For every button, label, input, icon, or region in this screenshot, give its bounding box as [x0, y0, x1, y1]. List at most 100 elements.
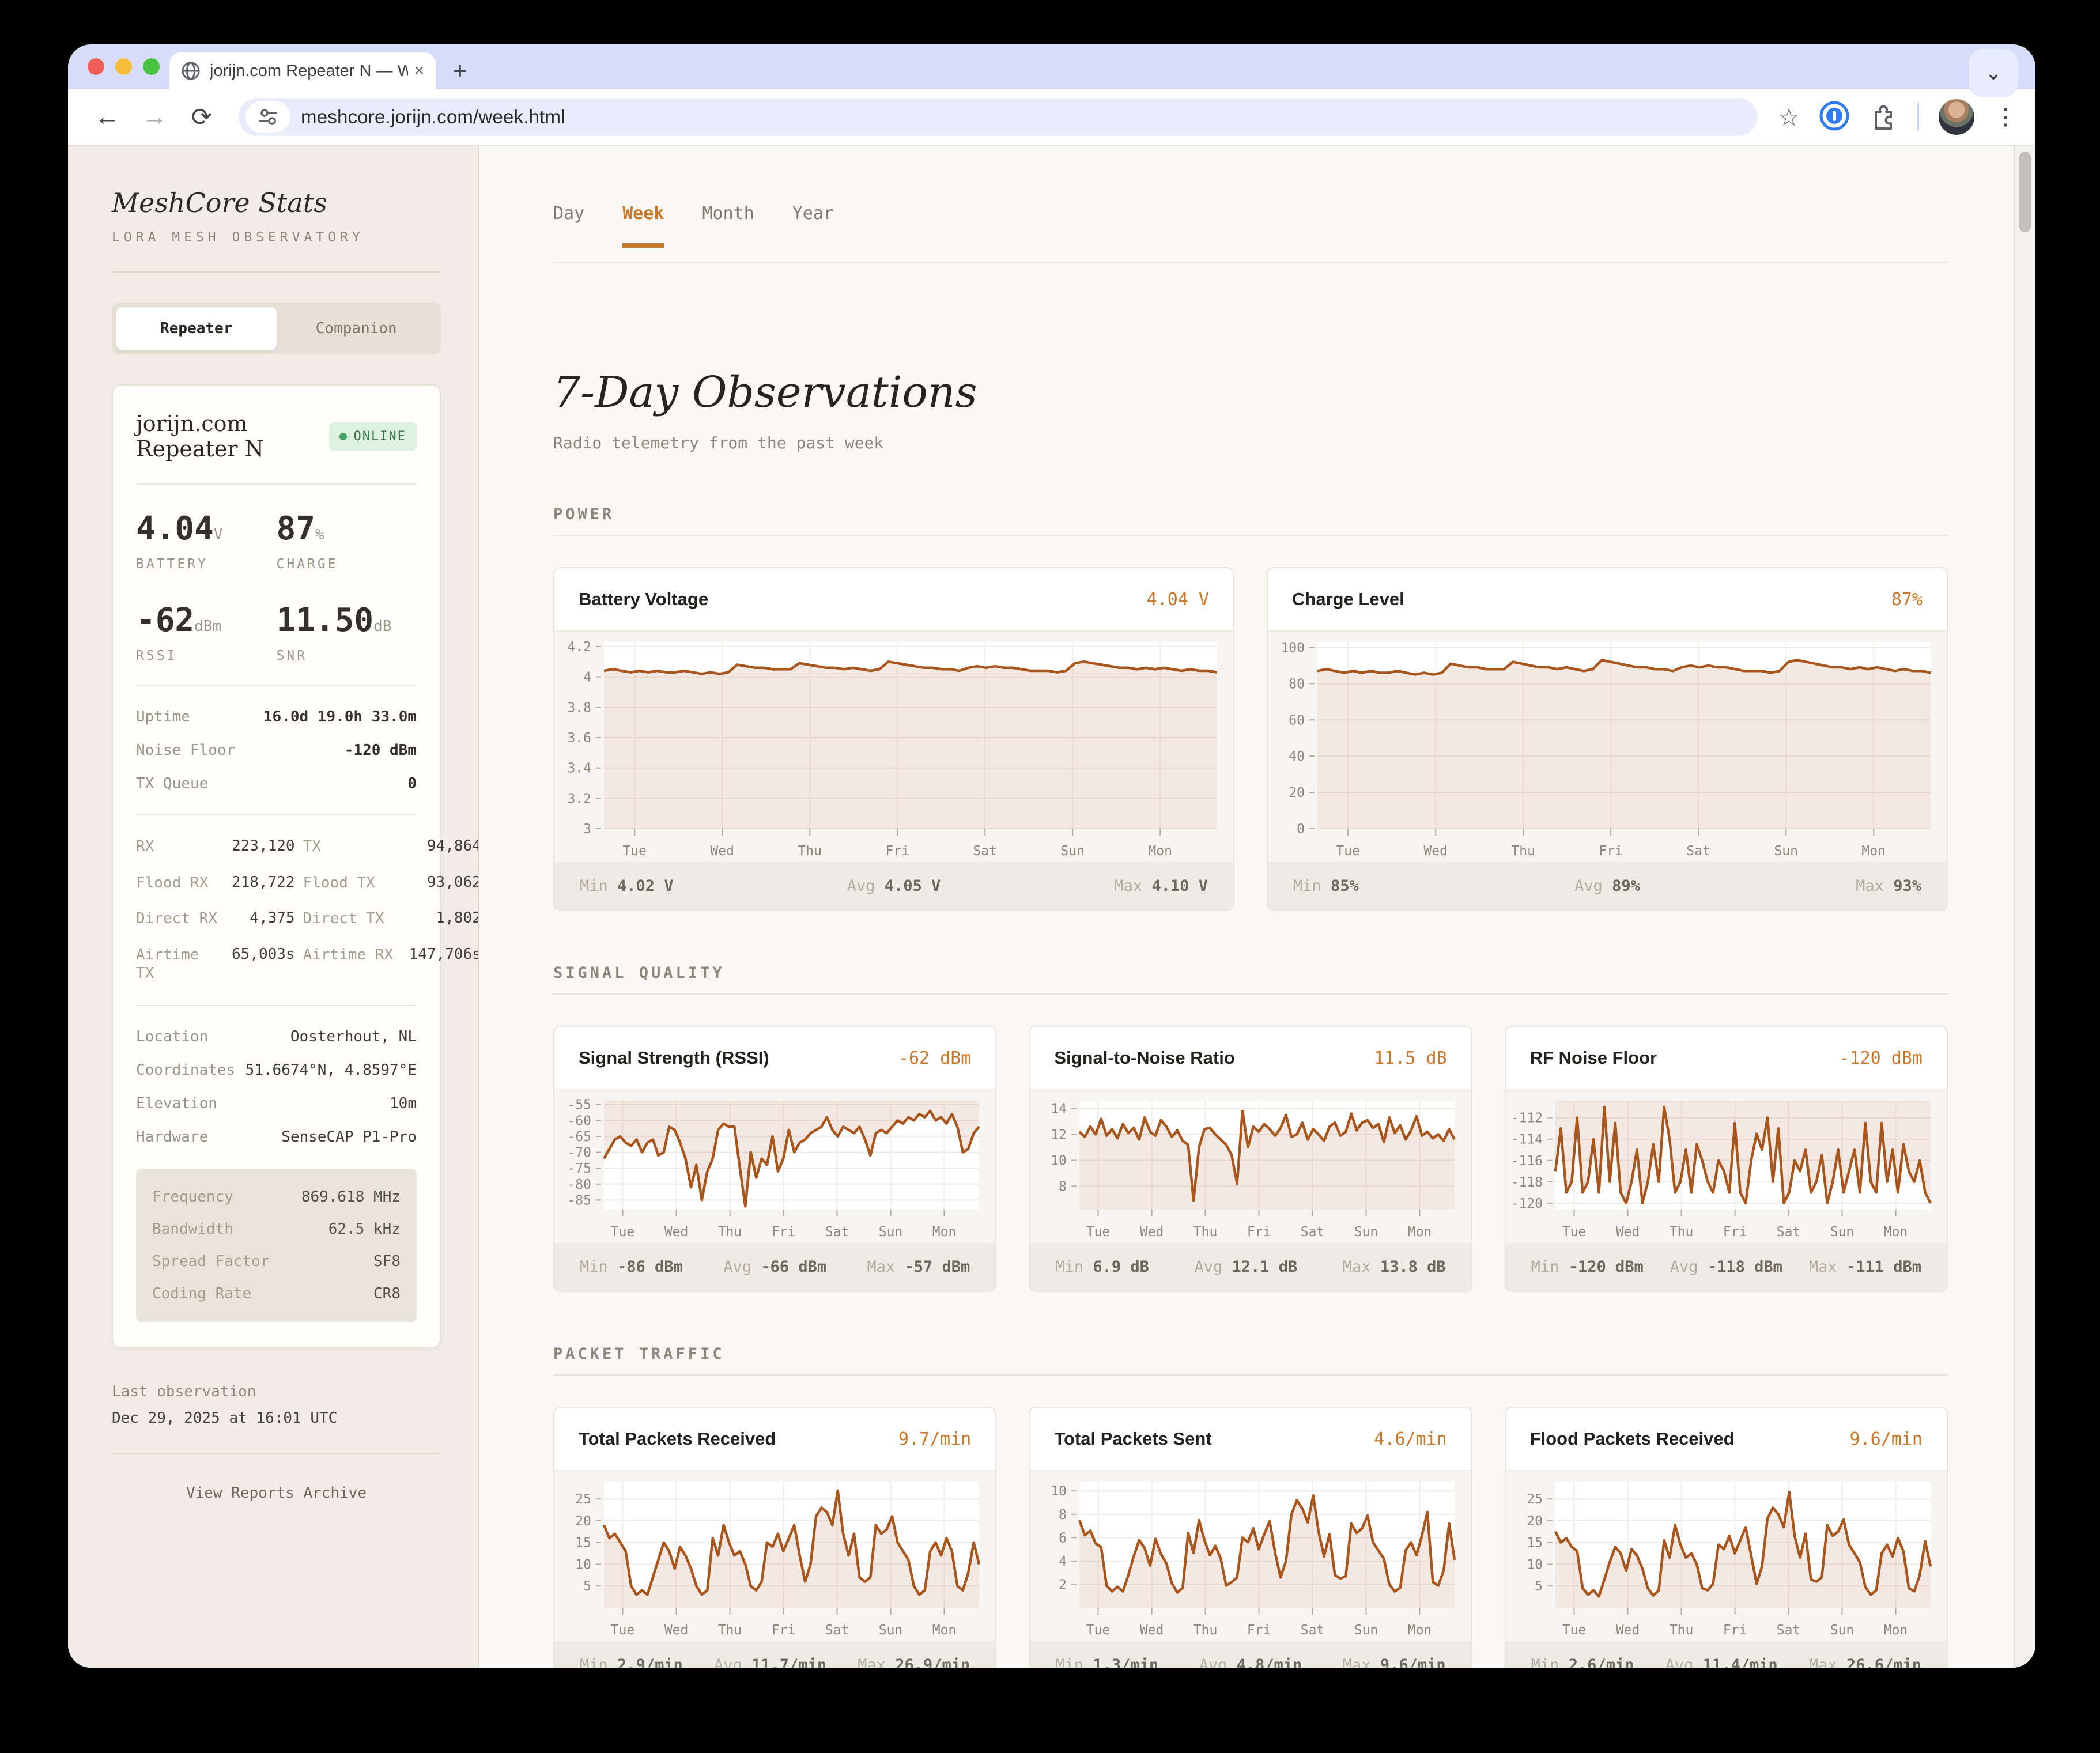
- bookmark-star-icon[interactable]: ☆: [1778, 103, 1800, 131]
- svg-text:-120: -120: [1510, 1196, 1542, 1211]
- svg-text:3.4: 3.4: [567, 761, 591, 776]
- radio-config-box: Frequency869.618 MHz Bandwidth62.5 kHz S…: [136, 1169, 417, 1322]
- svg-text:10: 10: [575, 1558, 591, 1573]
- card-divider: [136, 814, 417, 815]
- tab-year[interactable]: Year: [792, 203, 834, 248]
- svg-text:Tue: Tue: [622, 844, 647, 859]
- svg-text:Sun: Sun: [879, 1623, 903, 1638]
- svg-text:-55: -55: [567, 1098, 591, 1113]
- svg-text:3.6: 3.6: [567, 731, 591, 746]
- app-subtitle: LORA MESH OBSERVATORY: [112, 230, 441, 245]
- svg-text:Tue: Tue: [1562, 1623, 1586, 1638]
- svg-text:10: 10: [1527, 1558, 1543, 1573]
- node-info: LocationOosterhout, NL Coordinates51.667…: [136, 1028, 417, 1146]
- last-observation-label: Last observation: [112, 1383, 441, 1400]
- svg-text:8: 8: [1059, 1180, 1067, 1195]
- close-tab-icon[interactable]: ×: [414, 61, 424, 81]
- svg-text:Thu: Thu: [798, 844, 822, 859]
- chart-title: Flood Packets Received: [1530, 1429, 1735, 1449]
- stat-snr: 11.50dB SNR: [277, 602, 417, 663]
- browser-tab[interactable]: jorijn.com Repeater N — Week ×: [169, 52, 436, 89]
- svg-text:-112: -112: [1510, 1111, 1542, 1126]
- svg-text:-116: -116: [1510, 1154, 1542, 1169]
- chart-stats: Min -86 dBm Avg -66 dBm Max -57 dBm: [554, 1243, 995, 1291]
- scrollbar-gutter: [2014, 146, 2035, 1668]
- tab-week[interactable]: Week: [622, 203, 664, 248]
- tab-month[interactable]: Month: [702, 203, 754, 248]
- svg-text:Mon: Mon: [1883, 1623, 1908, 1638]
- page-title: 7-Day Observations: [553, 368, 1948, 417]
- online-dot-icon: [339, 433, 347, 440]
- packets-received-card: Total Packets Received9.7/min 252015105T…: [553, 1407, 996, 1668]
- chart-current-value: -120 dBm: [1839, 1048, 1923, 1068]
- chart-stats: Min -120 dBm Avg -118 dBm Max -111 dBm: [1506, 1243, 1947, 1291]
- noise-floor-chart: -112-114-116-118-120TueWedThuFriSatSunMo…: [1506, 1090, 1947, 1243]
- tab-search-chevron-button[interactable]: ⌄: [1969, 49, 2018, 97]
- card-divider: [136, 1005, 417, 1006]
- browser-menu-icon[interactable]: ⋮: [1994, 104, 2017, 130]
- chart-title: Charge Level: [1292, 589, 1404, 610]
- svg-text:Sun: Sun: [1354, 1225, 1378, 1240]
- reload-button[interactable]: ⟳: [181, 103, 222, 132]
- chart-title: Total Packets Sent: [1054, 1429, 1211, 1449]
- packets-sent-card: Total Packets Sent4.6/min 108642TueWedTh…: [1029, 1407, 1472, 1668]
- extensions-puzzle-icon[interactable]: [1869, 101, 1898, 133]
- svg-text:Mon: Mon: [1408, 1623, 1432, 1638]
- password-manager-icon[interactable]: [1819, 101, 1849, 134]
- svg-text:2: 2: [1059, 1577, 1067, 1592]
- close-window-button[interactable]: [88, 58, 104, 75]
- page-subtitle: Radio telemetry from the past week: [553, 433, 1948, 452]
- scrollbar-thumb[interactable]: [2019, 152, 2031, 232]
- svg-text:5: 5: [583, 1579, 591, 1594]
- svg-text:Sat: Sat: [825, 1623, 849, 1638]
- svg-text:Sun: Sun: [1830, 1225, 1854, 1240]
- svg-text:Tue: Tue: [1562, 1225, 1586, 1240]
- site-settings-icon[interactable]: [245, 101, 290, 133]
- main-panel: Day Week Month Year 7-Day Observations R…: [479, 146, 2035, 1668]
- svg-text:Thu: Thu: [718, 1623, 742, 1638]
- chart-title: Battery Voltage: [579, 589, 708, 610]
- back-button[interactable]: ←: [86, 103, 128, 131]
- flood-received-card: Flood Packets Received9.6/min 252015105T…: [1505, 1407, 1948, 1668]
- new-tab-button[interactable]: +: [453, 57, 467, 85]
- forward-button[interactable]: →: [134, 103, 175, 131]
- svg-text:4.2: 4.2: [567, 640, 591, 655]
- stat-battery: 4.04V BATTERY: [136, 510, 277, 572]
- svg-text:Thu: Thu: [718, 1225, 742, 1240]
- svg-text:Fri: Fri: [1247, 1623, 1271, 1638]
- stat-rssi: -62dBm RSSI: [136, 602, 277, 663]
- svg-text:Wed: Wed: [664, 1225, 689, 1240]
- node-type-toggle: Repeater Companion: [112, 303, 441, 354]
- svg-text:Thu: Thu: [1669, 1623, 1693, 1638]
- chart-stats: Min 1.3/min Avg 4.8/min Max 9.6/min: [1030, 1641, 1471, 1668]
- tab-strip: jorijn.com Repeater N — Week × + ⌄: [68, 44, 2035, 89]
- svg-text:Sat: Sat: [1301, 1623, 1325, 1638]
- svg-text:15: 15: [575, 1536, 591, 1551]
- svg-text:Fri: Fri: [1247, 1225, 1271, 1240]
- toggle-repeater[interactable]: Repeater: [116, 307, 277, 350]
- svg-text:Sun: Sun: [1060, 844, 1085, 859]
- tab-day[interactable]: Day: [553, 203, 584, 248]
- svg-text:Sun: Sun: [1774, 844, 1798, 859]
- svg-text:3.2: 3.2: [567, 791, 591, 806]
- chart-title: Signal Strength (RSSI): [579, 1048, 769, 1068]
- svg-text:4: 4: [1059, 1554, 1067, 1569]
- svg-text:Wed: Wed: [1615, 1225, 1640, 1240]
- address-bar[interactable]: meshcore.jorijn.com/week.html: [239, 98, 1757, 136]
- svg-text:15: 15: [1527, 1536, 1543, 1551]
- reports-archive-link[interactable]: View Reports Archive: [112, 1484, 441, 1502]
- minimize-window-button[interactable]: [115, 58, 132, 75]
- svg-text:Sat: Sat: [1686, 844, 1710, 859]
- svg-text:Sat: Sat: [973, 844, 997, 859]
- url-text[interactable]: meshcore.jorijn.com/week.html: [301, 106, 565, 128]
- zoom-window-button[interactable]: [143, 58, 160, 75]
- svg-text:Sat: Sat: [1776, 1623, 1800, 1638]
- chevron-down-icon: ⌄: [1985, 62, 2002, 85]
- svg-text:Mon: Mon: [1408, 1225, 1432, 1240]
- toggle-companion[interactable]: Companion: [277, 307, 437, 350]
- svg-text:-114: -114: [1510, 1132, 1542, 1147]
- svg-text:Sat: Sat: [1301, 1225, 1325, 1240]
- stat-charge: 87% CHARGE: [277, 510, 417, 572]
- svg-text:Mon: Mon: [932, 1623, 957, 1638]
- profile-avatar[interactable]: [1939, 99, 1974, 135]
